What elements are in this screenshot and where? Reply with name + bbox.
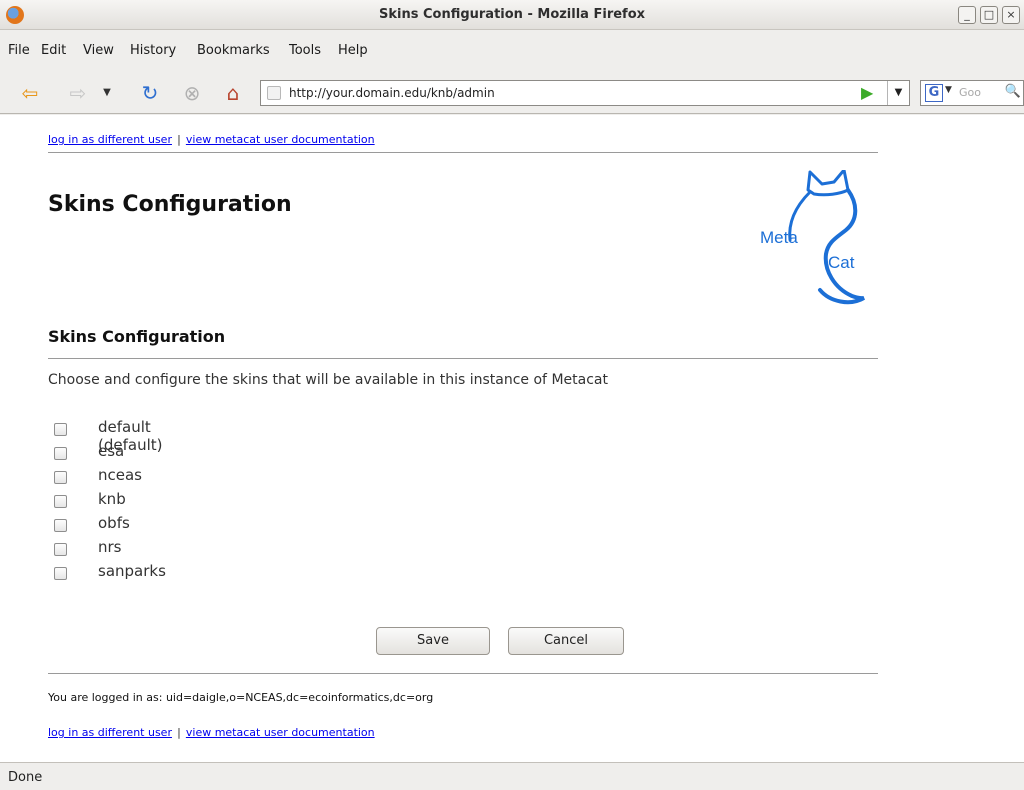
history-dropdown-icon[interactable]: ▼ [100, 81, 114, 105]
save-button[interactable]: Save [376, 627, 490, 655]
logo-cat-text: Cat [828, 253, 855, 272]
menu-bar: File Edit View History Bookmarks Tools H… [0, 31, 1024, 72]
browser-window: Skins Configuration - Mozilla Firefox _ … [0, 0, 1024, 790]
skin-checkbox-nceas[interactable] [54, 471, 67, 484]
logged-in-status: You are logged in as: uid=daigle,o=NCEAS… [48, 691, 434, 704]
bottom-links: log in as different user | view metacat … [48, 721, 375, 740]
cancel-button[interactable]: Cancel [508, 627, 624, 655]
page-icon [267, 86, 281, 100]
skin-label: nrs [98, 538, 122, 556]
menu-tools[interactable]: Tools [289, 43, 321, 58]
divider [48, 358, 878, 359]
skin-label: esa [98, 442, 125, 460]
divider [48, 152, 878, 153]
window-title: Skins Configuration - Mozilla Firefox [378, 7, 646, 22]
menu-file[interactable]: File [8, 43, 30, 58]
search-bar[interactable]: G ▼ Goo 🔍 [920, 80, 1024, 106]
status-bar: Done [0, 762, 1024, 790]
google-icon[interactable]: G [925, 84, 943, 102]
title-bar: Skins Configuration - Mozilla Firefox _ … [0, 0, 1024, 30]
menu-bookmarks[interactable]: Bookmarks [197, 43, 270, 58]
page-content: log in as different user | view metacat … [0, 115, 1024, 762]
skin-label: sanparks [98, 562, 166, 580]
metacat-documentation-link[interactable]: view metacat user documentation [186, 726, 375, 739]
stop-icon[interactable]: ⊗ [180, 81, 204, 105]
top-links: log in as different user | view metacat … [48, 128, 375, 147]
close-button[interactable]: × [1002, 6, 1020, 24]
menu-help[interactable]: Help [338, 43, 368, 58]
back-icon[interactable]: ⇦ [18, 81, 42, 105]
maximize-button[interactable]: □ [980, 6, 998, 24]
metacat-documentation-link[interactable]: view metacat user documentation [186, 133, 375, 146]
menu-edit[interactable]: Edit [41, 43, 66, 58]
divider [48, 673, 878, 674]
intro-text: Choose and configure the skins that will… [48, 372, 608, 388]
home-icon[interactable]: ⌂ [221, 81, 245, 105]
log-in-as-different-user-link[interactable]: log in as different user [48, 133, 172, 146]
status-text: Done [8, 770, 43, 785]
skin-checkbox-obfs[interactable] [54, 519, 67, 532]
skin-checkbox-esa[interactable] [54, 447, 67, 460]
skin-checkbox-default[interactable] [54, 423, 67, 436]
skin-label: nceas [98, 466, 142, 484]
reload-icon[interactable]: ↻ [138, 81, 162, 105]
skin-checkbox-sanparks[interactable] [54, 567, 67, 580]
navigation-toolbar: ⇦ ⇨ ▼ ↻ ⊗ ⌂ http://your.domain.edu/knb/a… [0, 72, 1024, 114]
link-separator: | [177, 726, 181, 739]
section-title: Skins Configuration [48, 327, 226, 346]
menu-history[interactable]: History [130, 43, 176, 58]
search-icon[interactable]: 🔍 [1005, 84, 1021, 99]
skin-label: obfs [98, 514, 130, 532]
url-text[interactable]: http://your.domain.edu/knb/admin [289, 86, 495, 100]
logo-meta-text: Meta [760, 228, 798, 247]
search-input[interactable]: Goo [959, 86, 981, 99]
search-engine-dropdown-icon[interactable]: ▼ [945, 85, 952, 95]
url-dropdown-icon[interactable]: ▼ [887, 81, 909, 105]
skin-label: knb [98, 490, 126, 508]
log-in-as-different-user-link[interactable]: log in as different user [48, 726, 172, 739]
link-separator: | [177, 133, 181, 146]
skin-checkbox-nrs[interactable] [54, 543, 67, 556]
page-title: Skins Configuration [48, 192, 292, 217]
metacat-logo: Meta Cat [760, 170, 865, 305]
forward-icon[interactable]: ⇨ [66, 81, 90, 105]
menu-view[interactable]: View [83, 43, 114, 58]
skin-checkbox-knb[interactable] [54, 495, 67, 508]
go-icon[interactable]: ▶ [861, 83, 881, 103]
address-bar[interactable]: http://your.domain.edu/knb/admin ▶ ▼ [260, 80, 910, 106]
minimize-button[interactable]: _ [958, 6, 976, 24]
